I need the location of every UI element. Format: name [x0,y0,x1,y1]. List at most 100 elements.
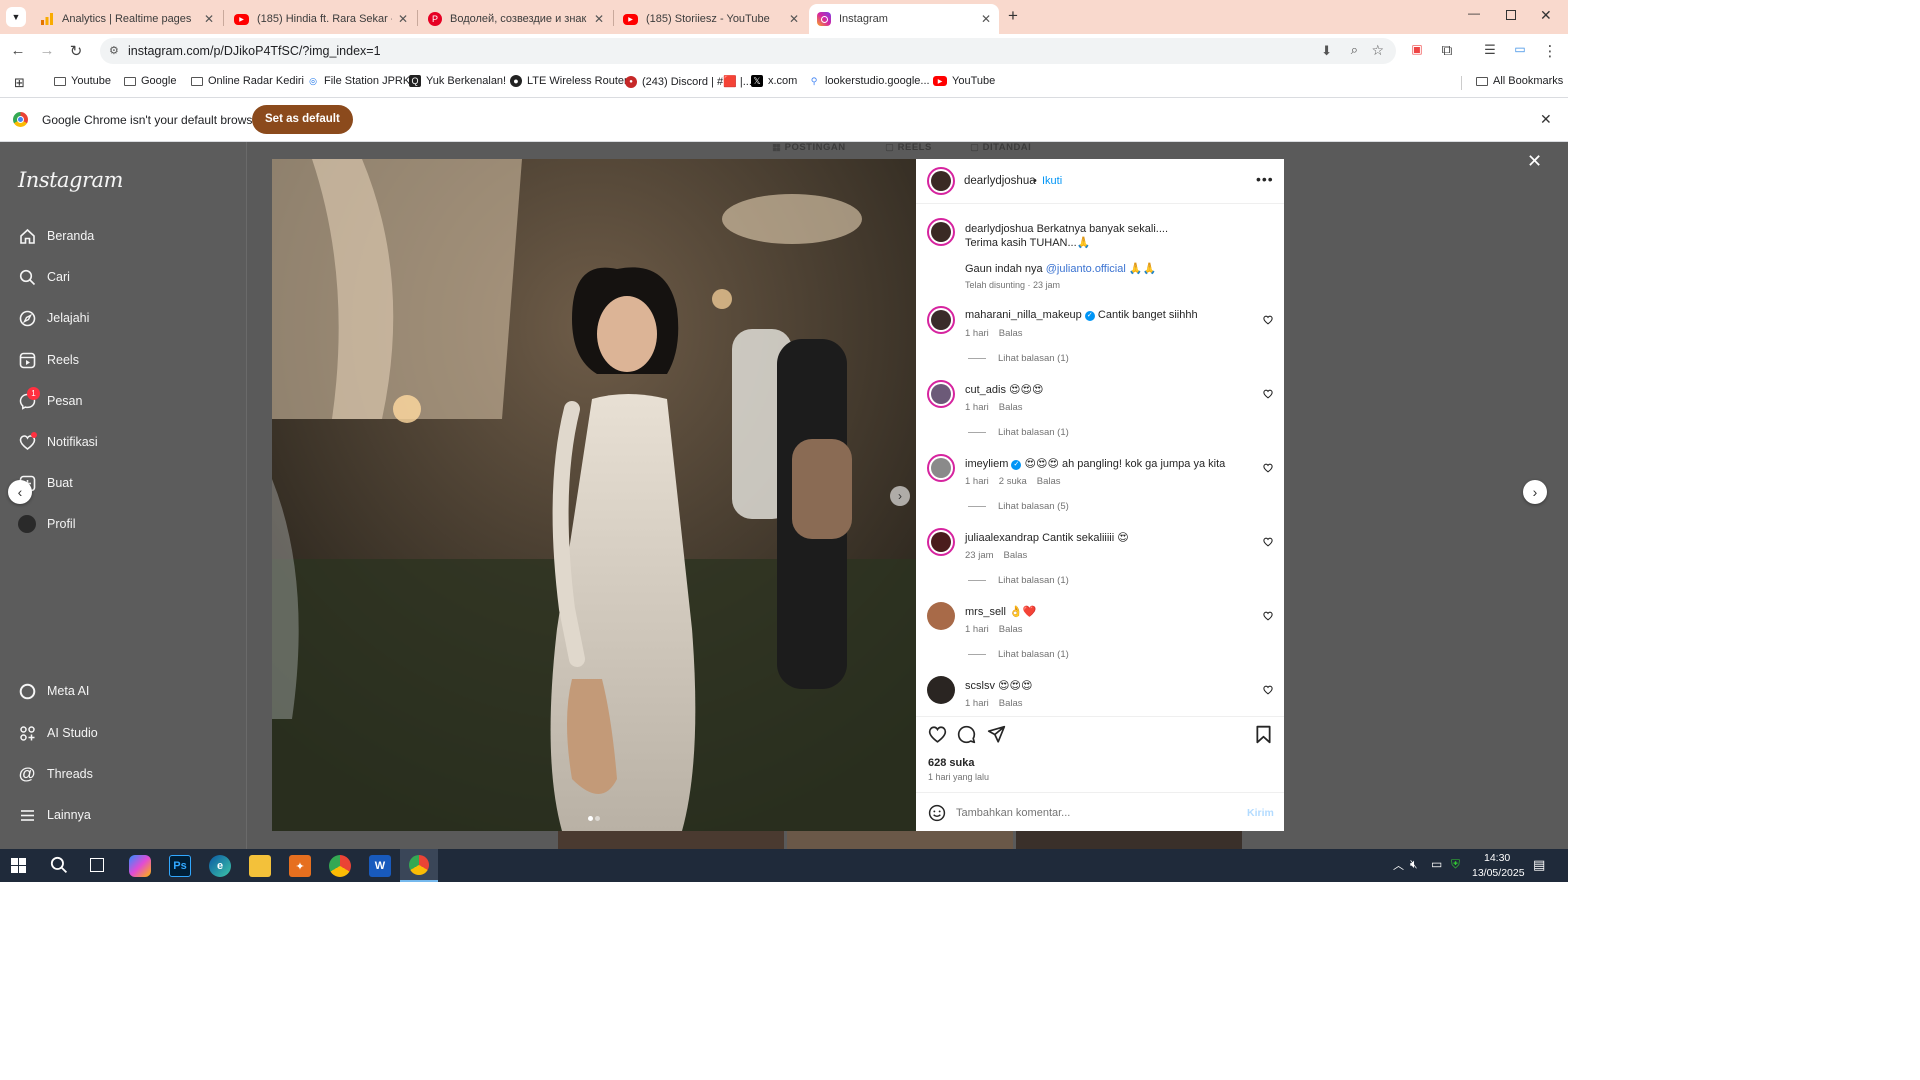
send-comment-button[interactable]: Kirim [1247,807,1274,819]
commenter-avatar[interactable] [927,380,955,408]
reply-button[interactable]: Balas [999,402,1023,413]
all-bookmarks[interactable]: All Bookmarks [1476,75,1563,87]
new-tab-button[interactable]: + [1008,6,1018,26]
profile-tab-posts[interactable]: ▦ POSTINGAN [772,142,846,153]
nav-explore[interactable]: Jelajahi [17,308,89,328]
author-avatar[interactable] [927,167,955,195]
bookmark-x[interactable]: 𝕏x.com [751,75,797,87]
reply-button[interactable]: Balas [999,698,1023,709]
view-replies-button[interactable]: Lihat balasan (1) [968,427,1069,438]
caption-username[interactable]: dearlydjoshua [965,223,1034,235]
chrome-taskbar-icon[interactable] [329,855,351,877]
post-photo[interactable]: › [272,159,916,831]
chrome-active-taskbar-item[interactable] [400,849,438,882]
edge-icon[interactable]: e [209,855,231,877]
profile-tab-reels[interactable]: ▢ REELS [885,142,932,153]
nav-reels[interactable]: Reels [17,350,79,370]
comment-username[interactable]: mrs_sell [965,606,1006,618]
view-replies-button[interactable]: Lihat balasan (1) [968,649,1069,660]
task-view-icon[interactable] [90,858,104,872]
commenter-avatar[interactable] [927,454,955,482]
windows-start-icon[interactable] [11,858,26,876]
nav-profile[interactable]: Profil [17,514,75,534]
tab-pinterest[interactable]: P Водолей, созвездие и знак зо ✕ [420,4,612,34]
comment-username[interactable]: juliaalexandrap [965,532,1039,544]
comment-icon[interactable] [957,725,976,747]
grid-thumbnail[interactable] [1016,831,1242,849]
zoom-icon[interactable]: ⌕ [1351,42,1358,58]
tab-youtube-storiiesz[interactable]: ▶ (185) Storiiesz - YouTube ✕ [615,4,807,34]
comment-likes[interactable]: 2 suka [999,476,1027,487]
file-explorer-icon[interactable] [249,855,271,877]
puzzle-icon[interactable]: ⧉ [1438,42,1456,59]
next-post-button[interactable]: › [1523,480,1547,504]
menu-kebab-icon[interactable]: ⋮ [1541,42,1559,60]
caption-avatar[interactable] [927,218,955,246]
tab-instagram[interactable]: Instagram ✕ [809,4,999,34]
bookmark-yuk-berkenalan[interactable]: Q Yuk Berkenalan! [409,75,506,87]
nav-home[interactable]: Beranda [17,226,94,246]
word-icon[interactable]: W [369,855,391,877]
clock-time[interactable]: 14:30 [1484,852,1510,864]
security-shield-icon[interactable]: ⛨ [1451,857,1460,872]
like-icon[interactable] [928,725,947,747]
photoshop-icon[interactable]: Ps [169,855,191,877]
save-bookmark-icon[interactable] [1255,725,1272,747]
site-info-icon[interactable]: ⚙ [109,44,119,57]
nav-threads[interactable]: @ Threads [17,764,93,784]
instagram-logo[interactable]: Instagram [18,168,123,192]
install-icon[interactable]: ⬇ [1321,43,1332,59]
comment-username[interactable]: maharani_nilla_makeup [965,309,1082,321]
minimize-button[interactable]: — [1468,6,1480,20]
nav-ai-studio[interactable]: AI Studio [17,723,98,743]
bookmark-lte-router[interactable]: ● LTE Wireless Router [510,75,628,87]
network-icon[interactable]: ▭ [1431,857,1442,871]
comment-username[interactable]: scslsv [965,680,995,692]
reply-button[interactable]: Balas [999,624,1023,635]
close-icon[interactable]: ✕ [981,12,991,26]
extension-icon[interactable]: ▣ [1408,42,1426,56]
comment-like-icon[interactable] [1263,389,1273,402]
grid-thumbnail[interactable] [787,831,1013,849]
more-options-icon[interactable]: ••• [1256,171,1274,187]
volume-muted-icon[interactable]: 🔇︎ [1410,857,1418,872]
nav-search[interactable]: Cari [17,267,70,287]
comment-like-icon[interactable] [1263,537,1273,550]
reload-icon[interactable]: ↻ [67,42,85,60]
reply-button[interactable]: Balas [1037,476,1061,487]
copilot-icon[interactable] [129,855,151,877]
tray-chevron-icon[interactable]: ︿ [1393,857,1404,873]
profile-icon[interactable]: ▭ [1511,42,1529,56]
presentation-app-icon[interactable]: ✦ [289,855,311,877]
emoji-icon[interactable] [928,804,946,825]
back-icon[interactable]: ← [9,42,27,59]
media-control-icon[interactable]: ☰ [1481,42,1499,58]
notification-center-icon[interactable]: ▤ [1533,857,1545,873]
forward-icon[interactable]: → [38,42,56,59]
view-replies-button[interactable]: Lihat balasan (1) [968,353,1069,364]
comment-input[interactable] [956,805,1236,821]
tab-search-button[interactable]: ▼ [6,7,26,27]
commenter-avatar[interactable] [927,306,955,334]
star-icon[interactable]: ☆ [1371,42,1384,59]
apps-grid-icon[interactable]: ⊞ [14,75,25,91]
comment-like-icon[interactable] [1263,463,1273,476]
bookmark-file-station-jprk[interactable]: ◎ File Station JPRK [307,75,410,87]
tab-youtube-hindia[interactable]: ▶ (185) Hindia ft. Rara Sekar - Me ✕ [226,4,416,34]
nav-messages[interactable]: 1 Pesan [17,387,82,411]
set-as-default-button[interactable]: Set as default [252,105,353,134]
comment-like-icon[interactable] [1263,611,1273,624]
close-icon[interactable]: ✕ [1540,111,1552,128]
nav-more[interactable]: Lainnya [17,805,91,825]
author-username[interactable]: dearlydjoshua [964,175,1036,187]
comment-like-icon[interactable] [1263,685,1273,698]
grid-thumbnail[interactable] [558,831,784,849]
close-icon[interactable]: ✕ [789,12,799,26]
bookmark-youtube-folder[interactable]: Youtube [54,75,111,87]
close-icon[interactable]: ✕ [594,12,604,26]
commenter-avatar[interactable] [927,676,955,704]
tab-analytics[interactable]: Analytics | Realtime pages ✕ [32,4,222,34]
bookmark-lookerstudio[interactable]: ⚲ lookerstudio.google... [808,75,930,87]
close-window-button[interactable]: ✕ [1540,7,1552,24]
mention-link[interactable]: @julianto.official [1046,263,1126,275]
